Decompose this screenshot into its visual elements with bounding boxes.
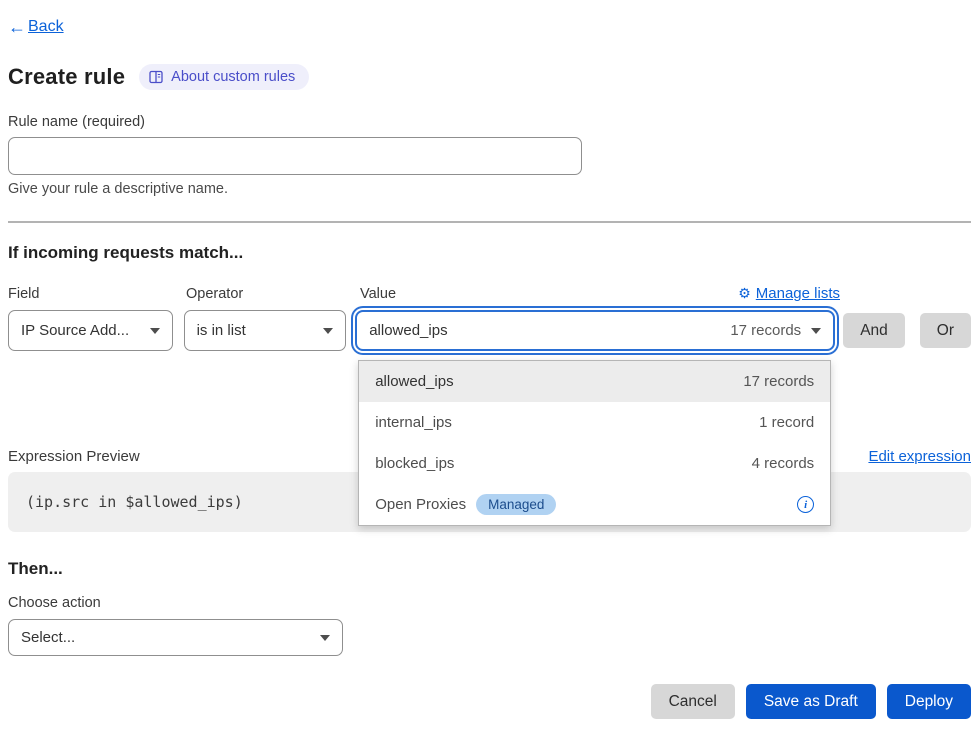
rule-name-helper: Give your rule a descriptive name. xyxy=(8,181,971,197)
operator-select[interactable]: is in list xyxy=(184,310,347,351)
book-icon xyxy=(149,70,163,84)
list-item-name: allowed_ips xyxy=(375,373,453,390)
deploy-button[interactable]: Deploy xyxy=(887,684,971,719)
rule-name-input[interactable] xyxy=(8,137,582,175)
list-item-record-count: 1 record xyxy=(759,414,814,431)
operator-label: Operator xyxy=(186,286,351,302)
value-select[interactable]: allowed_ips 17 records xyxy=(355,310,835,351)
chevron-down-icon xyxy=(323,328,333,334)
manage-lists-label: Manage lists xyxy=(756,285,840,302)
chevron-down-icon xyxy=(811,328,821,334)
rule-name-label: Rule name (required) xyxy=(8,114,971,130)
match-heading: If incoming requests match... xyxy=(8,243,971,263)
edit-expression-link[interactable]: Edit expression xyxy=(868,448,971,465)
list-item-record-count: 4 records xyxy=(752,455,815,472)
field-select[interactable]: IP Source Add... xyxy=(8,310,173,351)
list-item-internal-ips[interactable]: internal_ips 1 record xyxy=(359,402,830,443)
gear-icon: ⚙ xyxy=(738,285,751,302)
about-custom-rules-link[interactable]: About custom rules xyxy=(139,64,309,90)
footer-actions: Cancel Save as Draft Deploy xyxy=(651,684,971,719)
value-label: Value xyxy=(360,286,396,302)
then-heading: Then... xyxy=(8,559,971,579)
list-dropdown-panel: allowed_ips 17 records internal_ips 1 re… xyxy=(358,360,831,526)
managed-badge: Managed xyxy=(476,494,556,515)
create-rule-page: ← Back Create rule About custom rules Ru… xyxy=(0,0,979,739)
expression-code: (ip.src in $allowed_ips) xyxy=(26,493,243,511)
back-arrow-icon: ← xyxy=(8,18,26,36)
list-item-record-count: 17 records xyxy=(743,373,814,390)
info-icon[interactable]: i xyxy=(797,496,814,513)
chevron-down-icon xyxy=(320,635,330,641)
choose-action-label: Choose action xyxy=(8,595,971,611)
section-divider xyxy=(8,221,971,223)
value-select-value: allowed_ips xyxy=(369,322,718,339)
value-select-meta: 17 records xyxy=(730,322,801,339)
operator-select-value: is in list xyxy=(197,322,314,339)
list-item-open-proxies[interactable]: Open Proxies Managed i xyxy=(359,484,830,525)
back-row: ← Back xyxy=(8,0,971,36)
action-select-placeholder: Select... xyxy=(21,629,310,646)
condition-labels-row: Field Operator Value ⚙ Manage lists xyxy=(8,285,971,302)
field-label: Field xyxy=(8,286,175,302)
list-item-blocked-ips[interactable]: blocked_ips 4 records xyxy=(359,443,830,484)
field-select-value: IP Source Add... xyxy=(21,322,140,339)
value-select-wrap: allowed_ips 17 records allowed_ips 17 re… xyxy=(355,310,835,351)
back-link[interactable]: Back xyxy=(28,18,64,36)
title-row: Create rule About custom rules xyxy=(8,64,971,90)
action-select[interactable]: Select... xyxy=(8,619,343,656)
and-button[interactable]: And xyxy=(843,313,905,348)
condition-row: IP Source Add... is in list allowed_ips … xyxy=(8,310,971,351)
list-item-allowed-ips[interactable]: allowed_ips 17 records xyxy=(359,361,830,402)
expression-preview-label: Expression Preview xyxy=(8,448,140,465)
list-item-name: internal_ips xyxy=(375,414,452,431)
chevron-down-icon xyxy=(150,328,160,334)
list-item-name: blocked_ips xyxy=(375,455,454,472)
list-item-name: Open Proxies xyxy=(375,496,466,513)
about-custom-rules-label: About custom rules xyxy=(171,69,295,85)
save-as-draft-button[interactable]: Save as Draft xyxy=(746,684,876,719)
manage-lists-link[interactable]: ⚙ Manage lists xyxy=(738,285,840,302)
cancel-button[interactable]: Cancel xyxy=(651,684,735,719)
page-title: Create rule xyxy=(8,64,125,90)
or-button[interactable]: Or xyxy=(920,313,971,348)
